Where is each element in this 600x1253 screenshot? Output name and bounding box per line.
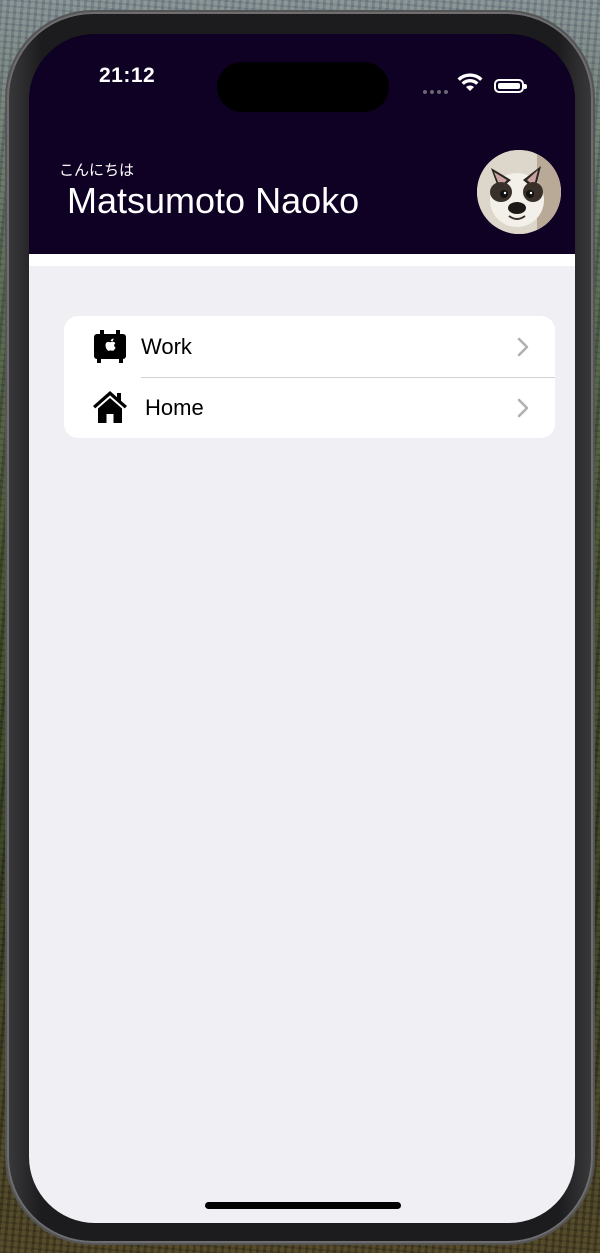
- greeting-text: こんにちは: [59, 162, 135, 179]
- user-name: Matsumoto Naoko: [67, 180, 360, 221]
- home-indicator[interactable]: [205, 1202, 401, 1209]
- avatar[interactable]: [477, 150, 561, 234]
- work-building-icon: [94, 330, 126, 363]
- wifi-icon: [457, 73, 483, 91]
- status-bar-time: 21:12: [99, 64, 156, 87]
- house-icon: [93, 391, 127, 423]
- dog-avatar-icon: [477, 150, 561, 234]
- cellular-dots-icon: [423, 90, 448, 94]
- phone-frame: 21:12 こんにちは Matsumoto Naoko Work Home: [7, 12, 593, 1243]
- list-item-work[interactable]: Work: [64, 316, 555, 377]
- dynamic-island: [217, 62, 389, 112]
- list-item-label: Home: [145, 394, 204, 420]
- chevron-right-icon: [517, 398, 529, 418]
- chevron-right-icon: [517, 337, 529, 357]
- phone-screen: 21:12 こんにちは Matsumoto Naoko Work Home: [29, 34, 575, 1223]
- app-header: 21:12 こんにちは Matsumoto Naoko: [29, 34, 575, 254]
- location-list: Work Home: [64, 316, 555, 438]
- battery-icon: [494, 79, 527, 93]
- header-bottom-band: [29, 254, 575, 266]
- list-item-home[interactable]: Home: [64, 377, 555, 438]
- main-content: Work Home: [29, 266, 575, 1223]
- list-item-label: Work: [141, 333, 192, 359]
